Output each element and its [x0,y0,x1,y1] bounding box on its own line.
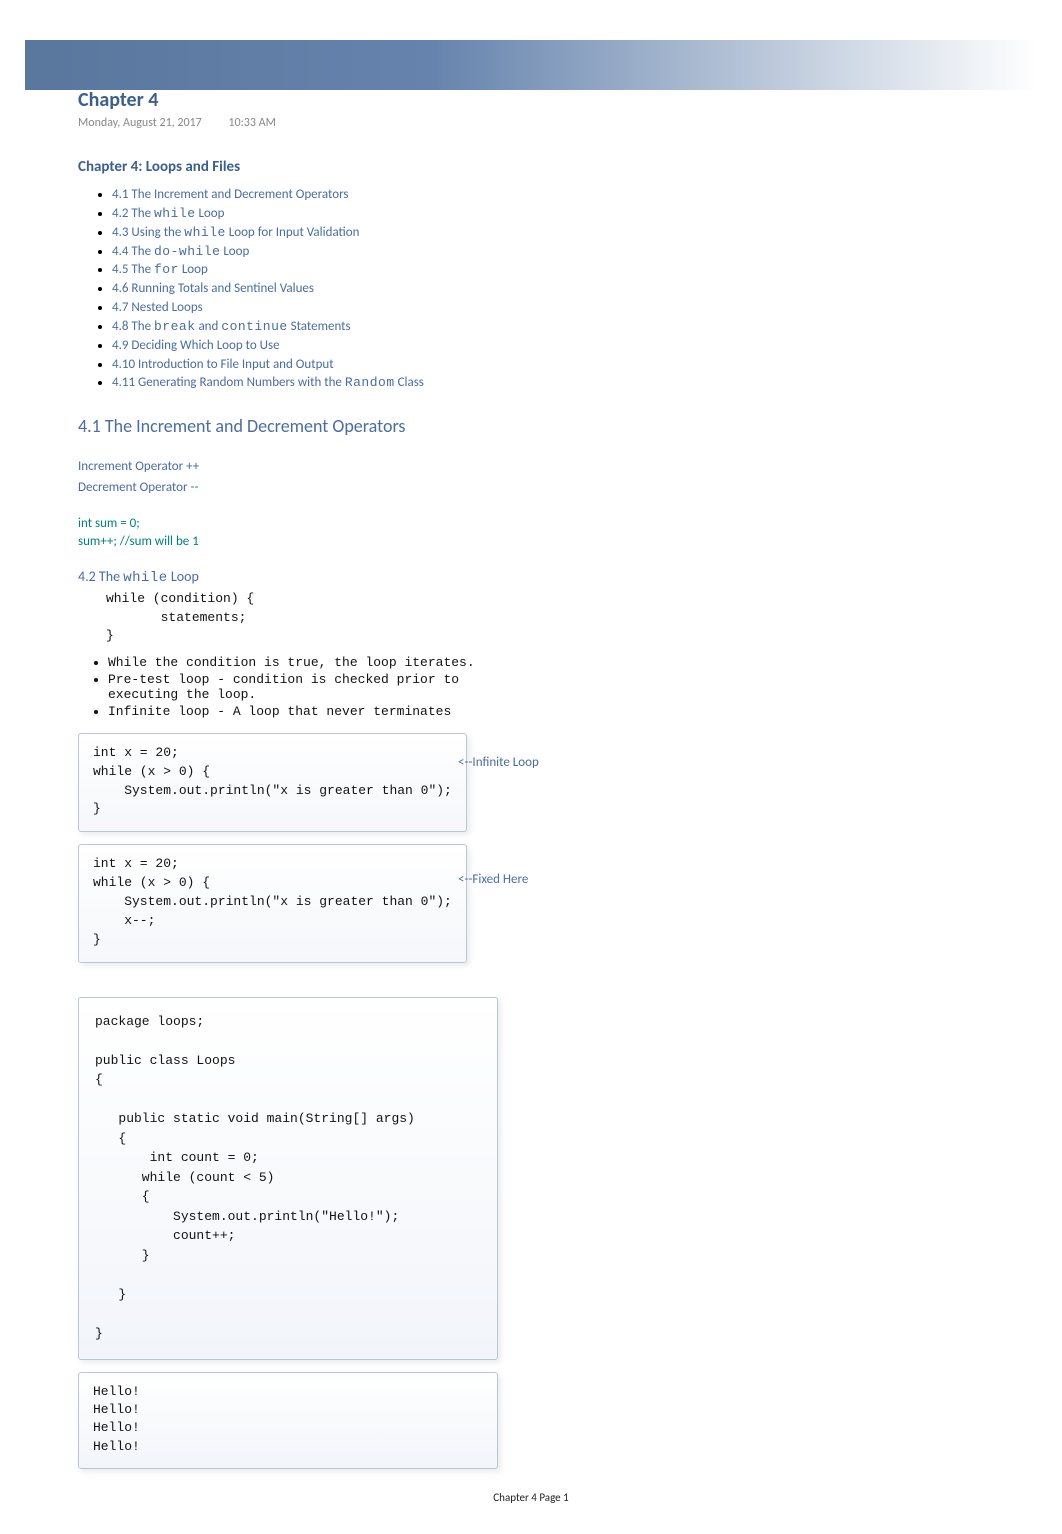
note-item: Infinite loop - A loop that never termin… [108,704,984,719]
toc-item: 4.8 The break and continue Statements [112,318,984,337]
program-output: Hello! Hello! Hello! Hello! [78,1372,498,1469]
intsum-line2: sum++; //sum will be 1 [78,533,984,551]
toc-item: 4.5 The for Loop [112,261,984,280]
while-syntax-block: while (condition) { statements; } [78,590,984,645]
toc-item: 4.6 Running Totals and Sentinel Values [112,280,984,299]
note-item: Pre-test loop - condition is checked pri… [108,672,984,702]
header-accent-bar [25,40,1037,90]
intsum-line1: int sum = 0; [78,515,984,533]
table-of-contents: 4.1 The Increment and Decrement Operator… [78,186,984,393]
toc-item: 4.4 The do-while Loop [112,243,984,262]
date: Monday, August 21, 2017 [78,116,202,130]
code-example-3: package loops; public class Loops { publ… [78,997,498,1361]
note-item: While the condition is true, the loop it… [108,655,984,670]
code-example-1: int x = 20; while (x > 0) { System.out.p… [78,733,467,832]
timestamp-line: Monday, August 21, 2017 10:33 AM [78,116,984,130]
annotation-fixed-here: <--Fixed Here [458,872,528,887]
code-example-1-wrapper: int x = 20; while (x > 0) { System.out.p… [78,733,984,832]
section-4-2-heading: 4.2 The while Loop [78,568,984,586]
code-example-2-wrapper: int x = 20; while (x > 0) { System.out.p… [78,844,984,962]
decrement-operator-label: Decrement Operator -- [78,480,984,495]
while-notes-list: While the condition is true, the loop it… [78,655,984,719]
section-4-1-heading: 4.1 The Increment and Decrement Operator… [78,415,984,437]
page-title: Chapter 4 [78,88,984,112]
toc-item: 4.3 Using the while Loop for Input Valid… [112,224,984,243]
annotation-infinite-loop: <--Infinite Loop [458,755,539,770]
toc-item: 4.10 Introduction to File Input and Outp… [112,356,984,375]
toc-item: 4.2 The while Loop [112,205,984,224]
page-footer: Chapter 4 Page 1 [78,1491,984,1504]
toc-item: 4.9 Deciding Which Loop to Use [112,337,984,356]
toc-item: 4.1 The Increment and Decrement Operator… [112,186,984,205]
increment-operator-label: Increment Operator ++ [78,459,984,474]
code-example-2: int x = 20; while (x > 0) { System.out.p… [78,844,467,962]
chapter-heading: Chapter 4: Loops and Files [78,158,984,176]
toc-item: 4.7 Nested Loops [112,299,984,318]
toc-item: 4.11 Generating Random Numbers with the … [112,374,984,393]
full-program-wrapper: package loops; public class Loops { publ… [78,997,984,1469]
intsum-example: int sum = 0; sum++; //sum will be 1 [78,515,984,550]
page-body: Chapter 4 Monday, August 21, 2017 10:33 … [0,0,1062,1534]
time: 10:33 AM [228,116,275,130]
